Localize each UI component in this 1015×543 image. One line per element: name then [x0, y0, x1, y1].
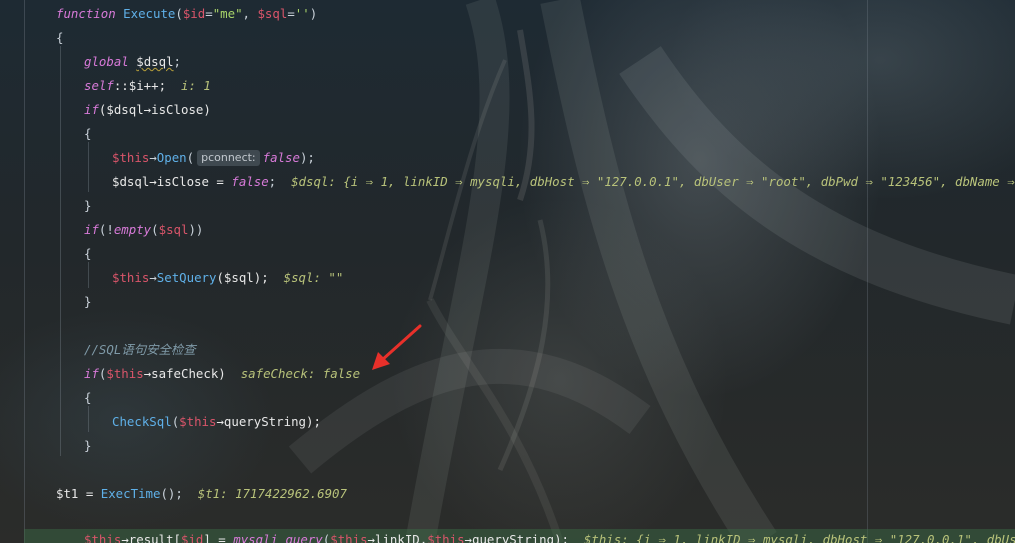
var-sql: $sql: [158, 222, 189, 237]
call-parens: ();: [160, 486, 183, 501]
property-result: →result[: [121, 532, 181, 543]
keyword-if: if: [84, 366, 99, 381]
code-line-checksql[interactable]: CheckSql($this→queryString);: [112, 411, 321, 433]
code-line-function-signature[interactable]: function Execute($id="me", $sql=''): [56, 3, 317, 25]
code-line-brace[interactable]: {: [84, 387, 91, 409]
function-exectime: ExecTime: [100, 486, 161, 501]
this-keyword: $this: [84, 532, 122, 543]
parameter-name-hint: pconnect:: [197, 150, 260, 166]
inline-debug-hint: i: 1: [180, 78, 211, 93]
red-arrow-annotation: [372, 324, 422, 370]
property-querystring: →queryString);: [216, 414, 321, 429]
assignment-t1: $t1 =: [56, 486, 101, 501]
function-checksql: CheckSql: [112, 414, 172, 429]
this-keyword: $this: [179, 414, 217, 429]
brace: {: [84, 246, 92, 261]
code-line-if-isclose[interactable]: if($dsql→isClose): [84, 99, 211, 121]
brace: }: [84, 198, 92, 213]
keyword-global: global: [84, 54, 129, 69]
code-line-brace[interactable]: }: [84, 195, 91, 217]
code-line-exectime[interactable]: $t1 = ExecTime(); $t1: 1717422962.6907: [56, 483, 347, 505]
method-setquery: SetQuery: [156, 270, 217, 285]
code-line-self-increment[interactable]: self::$i++; i: 1: [84, 75, 211, 97]
code-line-brace[interactable]: {: [84, 123, 91, 145]
paren: )): [188, 222, 204, 237]
paren: (: [186, 150, 195, 165]
brace: }: [84, 438, 92, 453]
brace: }: [84, 294, 92, 309]
gutter-border: [24, 0, 25, 543]
brace: {: [84, 126, 92, 141]
code-line-if-safecheck[interactable]: if($this→safeCheck) safeCheck: false: [84, 363, 360, 385]
inline-debug-hint: $sql: "": [283, 270, 344, 285]
code-line-isclose-assign[interactable]: $dsql→isClose = false; $dsql: {i ⇒ 1, li…: [112, 171, 1015, 193]
code-line-setquery[interactable]: $this→SetQuery($sql); $sql: "": [112, 267, 343, 289]
this-keyword: $this: [427, 532, 465, 543]
param-id: $id: [182, 6, 206, 21]
assign: ] =: [203, 532, 234, 543]
static-increment: ::$i++;: [113, 78, 167, 93]
this-keyword: $this: [112, 150, 150, 165]
indent-guide: [60, 46, 61, 456]
code-line-brace[interactable]: {: [84, 243, 91, 265]
code-line-brace[interactable]: }: [84, 435, 91, 457]
code-line-brace[interactable]: {: [56, 27, 63, 49]
var-id: $id: [181, 532, 204, 543]
semicolon: ;: [173, 54, 182, 69]
semicolon: ;: [268, 174, 277, 189]
code-line-mysqli-query[interactable]: $this→result[$id] = mysqli_query($this→l…: [84, 529, 1015, 543]
function-empty: empty: [113, 222, 152, 237]
code-line-comment[interactable]: //SQL语句安全检查: [84, 339, 196, 361]
inline-debug-hint: $dsql: {i ⇒ 1, linkID ⇒ mysqli, dbHost ⇒…: [291, 174, 1015, 189]
condition: ($dsql→isClose): [98, 102, 211, 117]
right-margin-guide: [867, 0, 868, 543]
property-linkid: →linkID,: [367, 532, 428, 543]
comment-sql-check: //SQL语句安全检查: [84, 342, 196, 357]
paren-not: (!: [98, 222, 114, 237]
arrow-operator: →: [149, 150, 157, 165]
paren: (: [151, 222, 159, 237]
value-false: false: [262, 150, 300, 165]
var-dsql: $dsql: [136, 54, 174, 69]
param-sql: $sql: [257, 6, 288, 21]
inline-debug-hint: $t1: 1717422962.6907: [197, 486, 347, 501]
paren: ): [309, 6, 318, 21]
paren: );: [299, 150, 315, 165]
equals: =: [287, 6, 295, 21]
property-safecheck: →safeCheck): [143, 366, 226, 381]
default-value-me: "me": [212, 6, 243, 21]
function-name: Execute: [123, 6, 176, 21]
this-keyword: $this: [106, 366, 144, 381]
code-line-global[interactable]: global $dsql;: [84, 51, 181, 73]
function-mysqli-query: mysqli_query: [233, 532, 323, 543]
keyword-function: function: [56, 6, 116, 21]
indent-guide: [88, 142, 89, 192]
value-false: false: [231, 174, 269, 189]
paren: (: [175, 6, 183, 21]
this-keyword: $this: [330, 532, 368, 543]
brace: {: [84, 390, 92, 405]
keyword-self: self: [84, 78, 114, 93]
comma: ,: [242, 6, 258, 21]
equals: =: [205, 6, 213, 21]
code-line-if-empty[interactable]: if(!empty($sql)): [84, 219, 203, 241]
assignment: $dsql→isClose =: [112, 174, 232, 189]
indent-guide: [88, 262, 89, 288]
method-open: Open: [156, 150, 187, 165]
inline-debug-hint: $this: {i ⇒ 1, linkID ⇒ mysqli, dbHost ⇒…: [583, 532, 1015, 543]
property-querystring: →queryString);: [464, 532, 569, 543]
indent-guide: [88, 406, 89, 432]
inline-debug-hint: safeCheck: false: [240, 366, 361, 381]
keyword-if: if: [84, 102, 99, 117]
default-value-empty: '': [294, 6, 310, 21]
keyword-if: if: [84, 222, 99, 237]
arguments: ($sql);: [216, 270, 269, 285]
brace: {: [56, 30, 64, 45]
code-editor[interactable]: function Execute($id="me", $sql='') { gl…: [0, 0, 1015, 543]
arrow-operator: →: [149, 270, 157, 285]
this-keyword: $this: [112, 270, 150, 285]
code-line-open-call[interactable]: $this→Open(pconnect: false);: [112, 147, 315, 169]
code-line-brace[interactable]: }: [84, 291, 91, 313]
